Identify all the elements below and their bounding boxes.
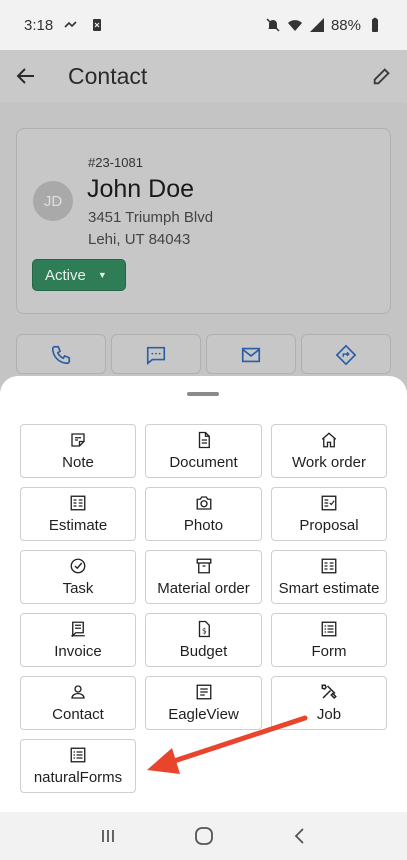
back-arrow-icon[interactable] — [14, 64, 38, 88]
address-line-1: 3451 Triumph Blvd — [88, 209, 214, 226]
tile-label: Proposal — [299, 517, 359, 534]
tile-label: Task — [62, 580, 94, 597]
sim-icon — [93, 19, 102, 31]
mail-icon — [241, 347, 261, 363]
chat-icon — [146, 346, 166, 365]
caret-down-icon: ▼ — [97, 270, 107, 280]
contact-card: #23-1081 JD John Doe 3451 Triumph Blvd L… — [16, 128, 391, 314]
tile-label: Document — [169, 454, 238, 471]
missed-call-icon — [64, 21, 77, 28]
add-form-button[interactable]: Form — [271, 613, 387, 667]
tile-label: Smart estimate — [278, 580, 380, 597]
add-estimate-button[interactable]: Estimate — [20, 487, 136, 541]
directions-button[interactable] — [301, 334, 391, 374]
add-job-button[interactable]: Job — [271, 676, 387, 730]
camera-icon — [196, 496, 211, 510]
add-budget-button[interactable]: $ Budget — [145, 613, 262, 667]
wifi-icon — [287, 20, 302, 31]
add-contact-button[interactable]: Contact — [20, 676, 136, 730]
mute-icon — [266, 18, 280, 32]
tile-label: naturalForms — [33, 769, 123, 786]
edit-pencil-icon[interactable] — [371, 65, 393, 87]
invoice-icon — [71, 621, 85, 638]
tile-label: EagleView — [168, 706, 239, 723]
check-circle-icon — [70, 558, 86, 574]
tile-label: Photo — [183, 517, 224, 534]
phone-icon — [51, 345, 71, 365]
tile-label: Form — [311, 643, 347, 660]
app-bar: Contact — [0, 50, 407, 102]
add-note-button[interactable]: Note — [20, 424, 136, 478]
email-button[interactable] — [206, 334, 296, 374]
status-label: Active — [45, 266, 86, 284]
home-icon — [321, 432, 337, 448]
tile-label: Note — [62, 454, 94, 471]
status-dropdown[interactable]: Active ▼ — [32, 259, 126, 291]
budget-icon: $ — [198, 620, 210, 638]
estimate-icon — [70, 495, 86, 511]
quick-actions — [16, 334, 391, 374]
svg-text:$: $ — [201, 627, 206, 636]
contact-name: John Doe — [87, 175, 195, 203]
add-invoice-button[interactable]: Invoice — [20, 613, 136, 667]
tile-label: Job — [316, 706, 342, 723]
tile-label: Budget — [179, 643, 228, 660]
proposal-icon — [321, 495, 337, 511]
recent-apps-icon[interactable] — [98, 826, 118, 846]
add-task-button[interactable]: Task — [20, 550, 136, 604]
document-icon — [198, 431, 210, 449]
tools-icon — [321, 684, 337, 700]
add-work-order-button[interactable]: Work order — [271, 424, 387, 478]
tile-label: Work order — [292, 454, 366, 471]
call-button[interactable] — [16, 334, 106, 374]
address-line-2: Lehi, UT 84043 — [88, 231, 191, 248]
tile-label: Contact — [52, 706, 104, 723]
message-button[interactable] — [111, 334, 201, 374]
tile-label: Invoice — [54, 643, 102, 660]
add-eagleview-button[interactable]: EagleView — [145, 676, 262, 730]
add-smart-estimate-button[interactable]: Smart estimate — [271, 550, 387, 604]
add-document-button[interactable]: Document — [145, 424, 262, 478]
list-icon — [321, 621, 337, 637]
list-icon — [70, 747, 86, 763]
eagleview-icon — [196, 684, 211, 700]
battery-percent: 88% — [330, 16, 361, 34]
page-title: Contact — [68, 62, 148, 89]
add-material-order-button[interactable]: Material order — [145, 550, 262, 604]
signal-icon — [309, 18, 324, 32]
add-photo-button[interactable]: Photo — [145, 487, 262, 541]
status-bar: 3:18 88% — [0, 0, 407, 50]
note-icon — [71, 433, 85, 447]
add-naturalforms-button[interactable]: naturalForms — [20, 739, 136, 793]
tile-label: Material order — [157, 580, 250, 597]
person-icon — [71, 685, 85, 699]
directions-icon — [335, 344, 357, 366]
add-bottom-sheet: Note Document Work order Estimate Photo … — [0, 376, 407, 812]
status-time: 3:18 — [24, 16, 54, 34]
home-button-icon[interactable] — [193, 825, 215, 847]
add-proposal-button[interactable]: Proposal — [271, 487, 387, 541]
system-nav-bar — [0, 812, 407, 860]
avatar: JD — [33, 181, 73, 221]
tile-label: Estimate — [48, 517, 108, 534]
sheet-drag-handle[interactable] — [187, 392, 219, 396]
back-nav-icon[interactable] — [290, 826, 310, 846]
add-options-grid: Note Document Work order Estimate Photo … — [20, 424, 387, 793]
battery-icon — [372, 17, 378, 32]
job-number: #23-1081 — [88, 155, 143, 170]
contact-content: #23-1081 JD John Doe 3451 Triumph Blvd L… — [0, 102, 407, 402]
archive-icon — [196, 558, 211, 574]
smart-estimate-icon — [321, 558, 337, 574]
